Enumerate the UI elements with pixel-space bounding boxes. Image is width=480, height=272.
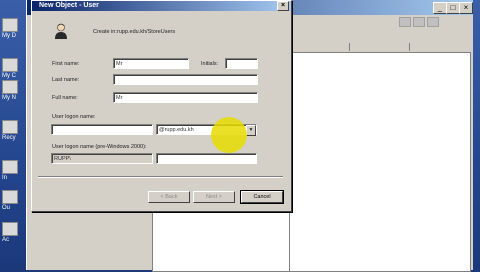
desktop-icon-recycle[interactable]: Recy — [2, 120, 26, 141]
documents-icon — [2, 18, 18, 32]
mmc-toolbar — [289, 16, 469, 27]
full-name-field[interactable]: Mr — [113, 92, 258, 103]
initials-label: Initials: — [201, 61, 219, 67]
pre2000-label: User logon name (pre-Windows 2000): — [52, 144, 147, 150]
desktop-icon-label: My N — [2, 95, 16, 101]
user-icon — [55, 23, 67, 39]
shortcut-icon — [2, 222, 18, 236]
initials-field[interactable] — [225, 58, 258, 69]
maximize-button[interactable]: □ — [446, 2, 460, 14]
desktop-icon-label: Recy — [2, 135, 16, 141]
desktop-icon-label: My D — [2, 33, 16, 39]
details-pane[interactable] — [289, 52, 471, 272]
last-name-field[interactable] — [113, 74, 258, 85]
desktop-icon-label: Ou — [2, 205, 11, 211]
first-name-field[interactable]: Mr — [113, 58, 189, 69]
next-button[interactable]: Next > — [193, 191, 235, 203]
dialog-separator — [38, 176, 283, 178]
pre2000-domain-field: RUPP\ — [51, 153, 153, 164]
toolbar-button[interactable] — [399, 17, 411, 27]
desktop-icon-network[interactable]: My N — [2, 80, 26, 101]
toolbar-button[interactable] — [413, 17, 425, 27]
full-name-label: Full name: — [52, 95, 78, 101]
first-name-label: First name: — [52, 61, 80, 67]
close-button[interactable]: × — [459, 2, 473, 14]
chevron-down-icon[interactable]: ▼ — [246, 125, 256, 136]
back-button[interactable]: < Back — [148, 191, 190, 203]
desktop-icon-internet[interactable]: In — [2, 160, 26, 181]
computer-icon — [2, 58, 18, 72]
create-in-value: rupp.edu.kh/StoreUsers — [117, 29, 176, 35]
toolbar-button[interactable] — [427, 17, 439, 27]
desktop-icon-label: Ac — [2, 237, 10, 243]
desktop-icon-documents[interactable]: My D — [2, 18, 26, 39]
desktop-icon-label: My C — [2, 73, 16, 79]
dialog-close-button[interactable]: × — [277, 1, 289, 11]
minimize-button[interactable]: _ — [433, 2, 447, 14]
desktop-icon-computer[interactable]: My C — [2, 58, 26, 79]
cancel-button[interactable]: Cancel — [240, 190, 284, 204]
desktop-icon-outlook[interactable]: Ou — [2, 190, 26, 211]
logon-name-label: User logon name: — [52, 114, 96, 120]
network-icon — [2, 80, 18, 94]
recycle-bin-icon — [2, 120, 18, 134]
logon-name-field[interactable] — [51, 124, 153, 135]
dialog-title: New Object - User — [39, 2, 99, 9]
outlook-icon — [2, 190, 18, 204]
desktop-icon-label: In — [2, 175, 8, 181]
domain-value: @rupp.edu.kh — [159, 127, 194, 133]
create-in-label: Create in: — [93, 29, 117, 35]
last-name-label: Last name: — [52, 77, 80, 83]
desktop-icon-shortcut[interactable]: Ac — [2, 222, 26, 243]
dialog-title-bar: New Object - User × — [32, 1, 291, 11]
pre2000-name-field[interactable] — [156, 153, 257, 164]
cursor-highlight — [211, 117, 247, 153]
new-user-dialog: New Object - User × Create in: rupp.edu.… — [31, 0, 292, 212]
tree-pane[interactable] — [152, 212, 290, 272]
internet-icon — [2, 160, 18, 174]
